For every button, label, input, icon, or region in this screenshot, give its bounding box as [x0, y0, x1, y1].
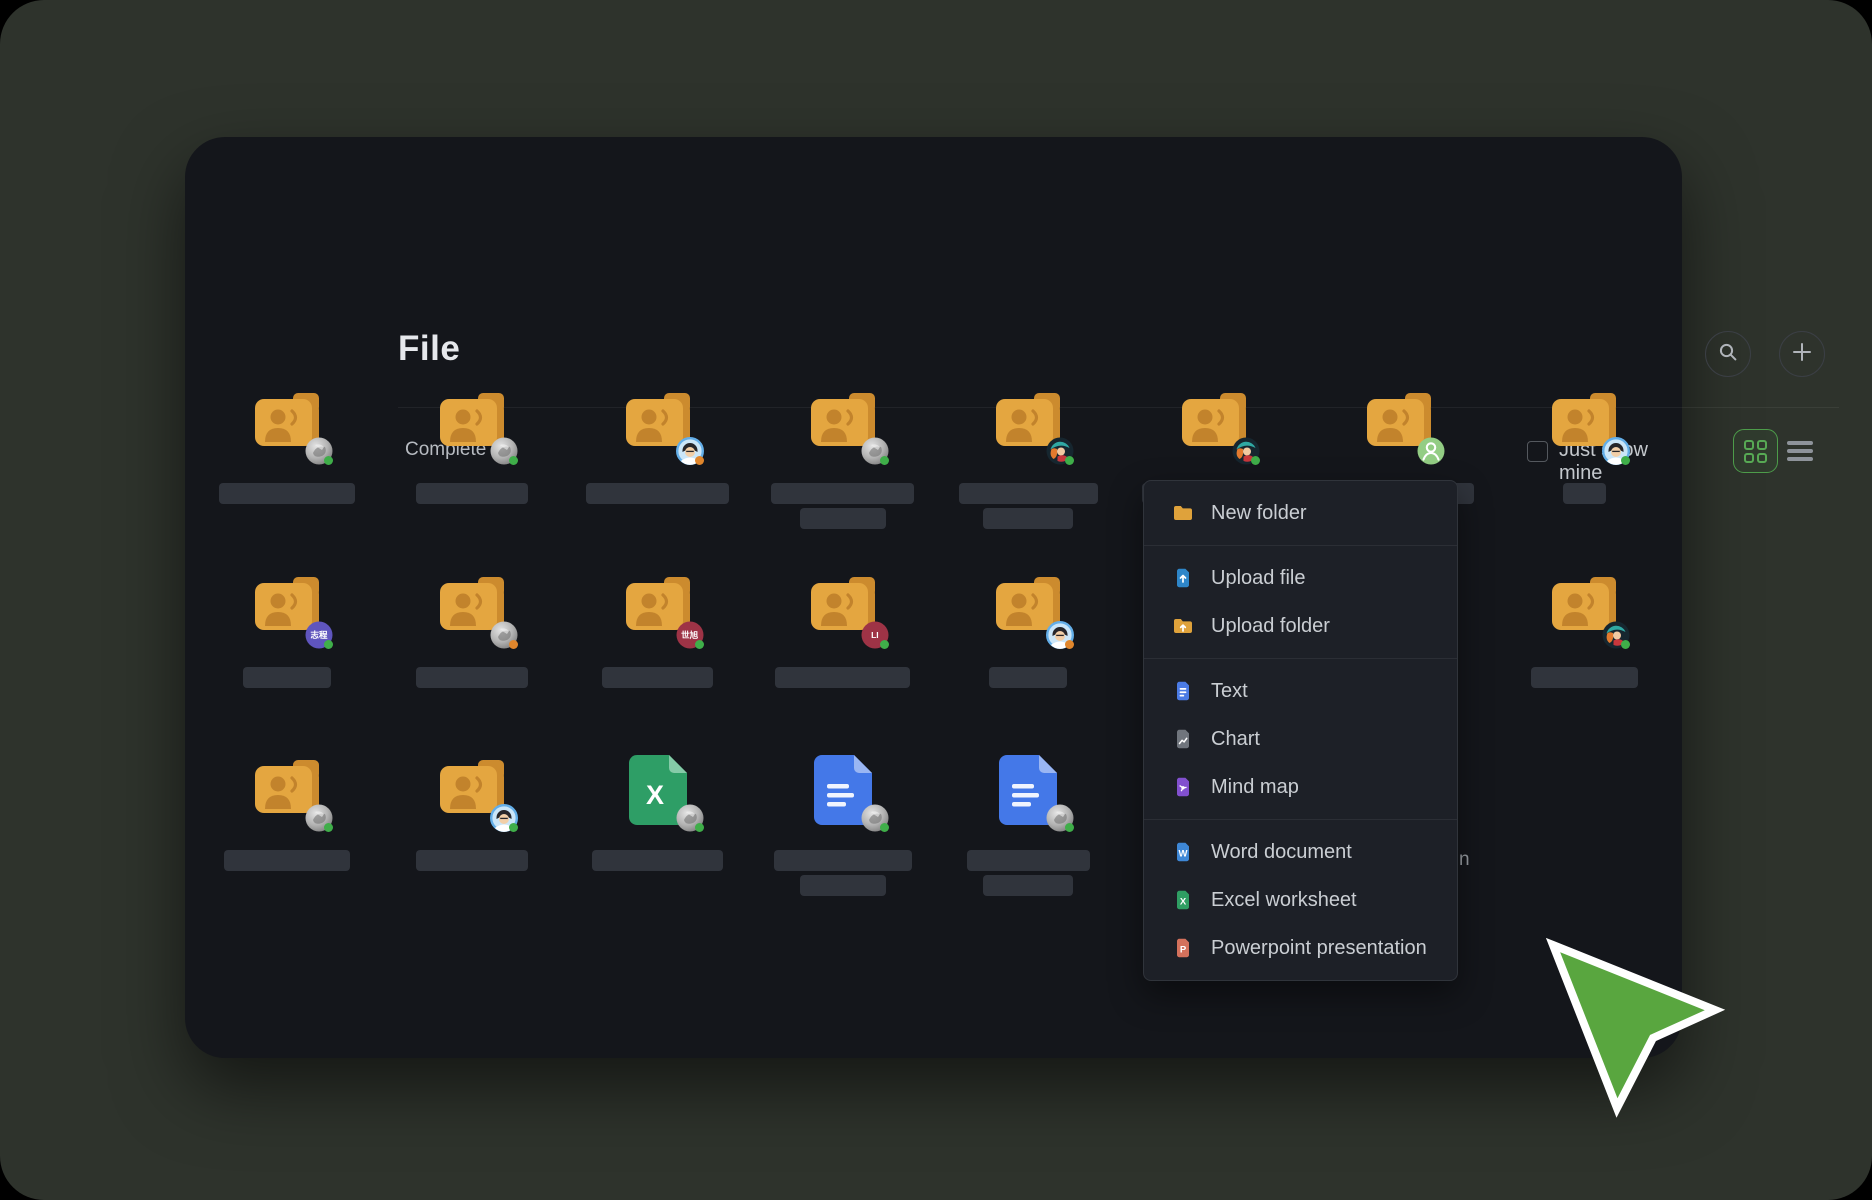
- screen: File Complete file Just show mine: [0, 0, 1872, 1200]
- member-avatar-green-person: [1417, 437, 1445, 465]
- partially-hidden-label: n: [1459, 849, 1470, 871]
- menu-item-label: Mind map: [1211, 776, 1299, 799]
- menu-item-label: Excel worksheet: [1211, 889, 1357, 912]
- svg-text:P: P: [1180, 944, 1187, 955]
- name-placeholder-bar: [967, 850, 1090, 871]
- chart-file-icon: [1172, 728, 1194, 750]
- status-dot-green: [695, 823, 704, 832]
- name-placeholder-bar: [800, 508, 886, 529]
- menu-item-excel-worksheet[interactable]: X Excel worksheet: [1144, 876, 1457, 924]
- menu-group: W Word document X Excel worksheet P Powerpo…: [1144, 819, 1457, 980]
- menu-item-label: Chart: [1211, 728, 1260, 751]
- status-dot-orange: [509, 640, 518, 649]
- name-placeholder-bar: [219, 483, 355, 504]
- name-placeholder-bar: [774, 850, 912, 871]
- svg-text:W: W: [1179, 848, 1188, 859]
- name-placeholder-bar: [586, 483, 729, 504]
- status-dot-green: [324, 823, 333, 832]
- menu-item-powerpoint-presentation[interactable]: P Powerpoint presentation: [1144, 924, 1457, 972]
- status-dot-green: [324, 640, 333, 649]
- menu-group: Text Chart Mind map: [1144, 658, 1457, 819]
- menu-group: New folder: [1144, 481, 1457, 545]
- create-context-menu: New folder Upload file Upload folder Tex…: [1143, 480, 1458, 981]
- name-placeholder-bar: [989, 667, 1067, 688]
- name-placeholder-bar: [771, 483, 914, 504]
- name-placeholder-bar: [243, 667, 331, 688]
- svg-text:X: X: [1180, 896, 1187, 907]
- status-dot-green: [1621, 640, 1630, 649]
- grid-view-icon: [1744, 440, 1767, 463]
- menu-item-upload-folder[interactable]: Upload folder: [1144, 602, 1457, 650]
- status-dot-green: [1251, 456, 1260, 465]
- menu-item-upload-file[interactable]: Upload file: [1144, 554, 1457, 602]
- menu-item-label: Powerpoint presentation: [1211, 937, 1427, 960]
- menu-item-chart[interactable]: Chart: [1144, 715, 1457, 763]
- mind-map-icon: [1172, 776, 1194, 798]
- status-dot-orange: [1065, 640, 1074, 649]
- name-placeholder-bar: [800, 875, 886, 896]
- name-placeholder-bar: [983, 508, 1073, 529]
- plus-icon: [1791, 341, 1813, 368]
- search-icon: [1717, 341, 1739, 368]
- menu-item-mind-map[interactable]: Mind map: [1144, 763, 1457, 811]
- name-placeholder-bar: [224, 850, 350, 871]
- menu-group: Upload file Upload folder: [1144, 545, 1457, 658]
- menu-item-label: Upload folder: [1211, 615, 1330, 638]
- upload-file-icon: [1172, 567, 1194, 589]
- name-placeholder-bar: [983, 875, 1073, 896]
- name-placeholder-bar: [416, 483, 528, 504]
- menu-item-label: New folder: [1211, 502, 1307, 525]
- svg-text:X: X: [646, 780, 664, 810]
- name-placeholder-bar: [775, 667, 910, 688]
- page-title: File: [398, 329, 460, 369]
- name-placeholder-bar: [416, 850, 528, 871]
- grid-view-button[interactable]: [1733, 429, 1778, 473]
- menu-item-label: Text: [1211, 680, 1248, 703]
- menu-item-text[interactable]: Text: [1144, 667, 1457, 715]
- upload-folder-icon: [1172, 615, 1194, 637]
- name-placeholder-bar: [959, 483, 1098, 504]
- excel-file-icon: X: [1172, 889, 1194, 911]
- name-placeholder-bar: [1563, 483, 1606, 504]
- text-file-icon: [1172, 680, 1194, 702]
- menu-item-label: Word document: [1211, 841, 1352, 864]
- status-dot-green: [695, 640, 704, 649]
- ppt-file-icon: P: [1172, 937, 1194, 959]
- menu-item-new-folder[interactable]: New folder: [1144, 489, 1457, 537]
- list-view-button[interactable]: [1787, 438, 1813, 464]
- status-dot-orange: [695, 456, 704, 465]
- status-dot-green: [324, 456, 333, 465]
- name-placeholder-bar: [592, 850, 723, 871]
- status-dot-green: [880, 640, 889, 649]
- status-dot-green: [880, 823, 889, 832]
- name-placeholder-bar: [1531, 667, 1638, 688]
- name-placeholder-bar: [416, 667, 528, 688]
- search-button[interactable]: [1705, 331, 1751, 377]
- add-button[interactable]: [1779, 331, 1825, 377]
- status-dot-green: [880, 456, 889, 465]
- name-placeholder-bar: [602, 667, 713, 688]
- menu-item-word-document[interactable]: W Word document: [1144, 828, 1457, 876]
- word-file-icon: W: [1172, 841, 1194, 863]
- menu-item-label: Upload file: [1211, 567, 1306, 590]
- folder-icon: [1172, 502, 1194, 524]
